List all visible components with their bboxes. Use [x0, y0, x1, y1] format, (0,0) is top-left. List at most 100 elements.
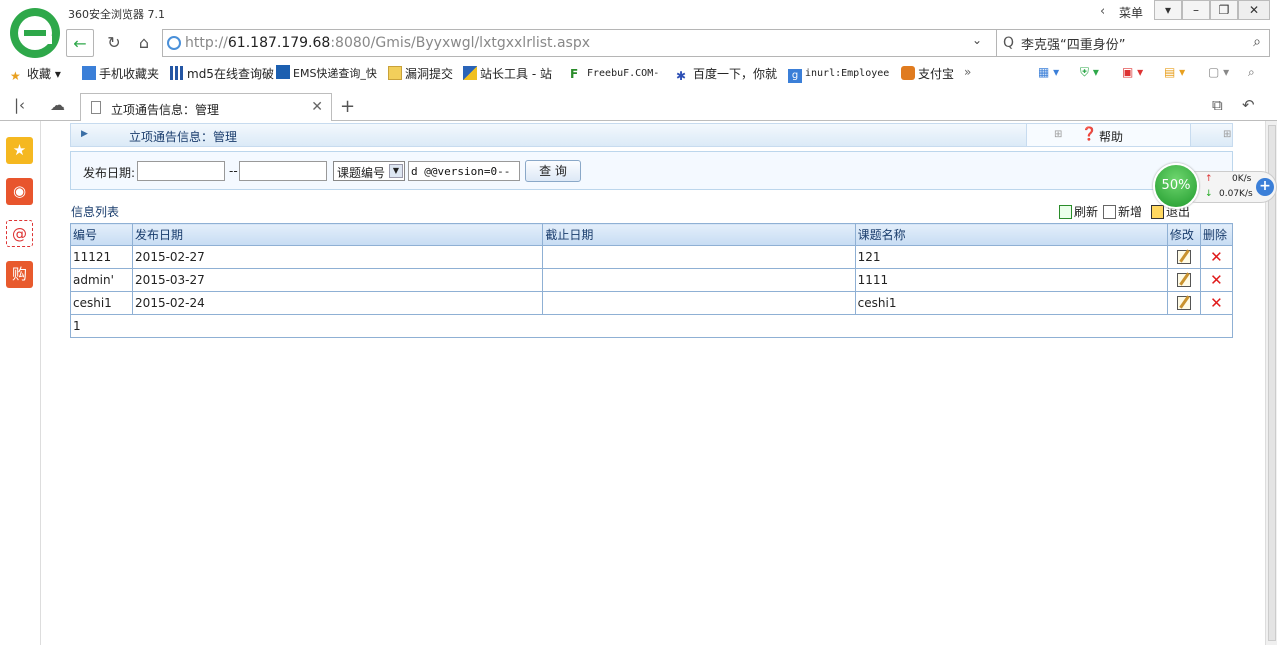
- delete-icon[interactable]: ✕: [1210, 294, 1223, 312]
- search-engine-icon[interactable]: Q: [1003, 35, 1014, 51]
- query-button[interactable]: 查 询: [525, 160, 581, 182]
- cloud-icon[interactable]: ☁: [50, 96, 65, 114]
- bookmark-item[interactable]: 支付宝: [901, 65, 954, 82]
- column-header[interactable]: 课题名称: [854, 223, 1168, 246]
- cell-name: ceshi1: [854, 291, 1168, 315]
- refresh-icon: [1059, 205, 1072, 219]
- page-content: ▶ 立项通告信息：管理 ⊞ ❓ 帮助 ⊞ 发布日期: -- 课题编号 ▼ 查 询…: [41, 121, 1263, 645]
- memory-ball[interactable]: 50%: [1153, 163, 1199, 209]
- column-header: 修改: [1166, 223, 1201, 246]
- cell-pub-date: 2015-02-27: [132, 245, 544, 269]
- delete-cell: ✕: [1199, 268, 1234, 292]
- navigation-bar: ← ↻ ⌂ http://61.187.179.68:8080/Gmis/Byy…: [66, 29, 1270, 57]
- column-header[interactable]: 发布日期: [132, 223, 544, 246]
- apps-icon[interactable]: ▦ ▾: [1038, 65, 1059, 79]
- page-icon: [91, 101, 101, 114]
- help-icon: ❓: [1081, 127, 1098, 142]
- weibo-icon[interactable]: ◉: [6, 178, 33, 205]
- security-icon[interactable]: ⛨ ▾: [1080, 65, 1099, 80]
- edit-icon[interactable]: [1176, 295, 1191, 310]
- tab-list-icon[interactable]: |‹: [14, 96, 25, 114]
- ems-icon: [276, 65, 290, 79]
- game-icon[interactable]: ▢ ▾: [1208, 65, 1229, 79]
- add-button[interactable]: 新增: [1103, 203, 1142, 220]
- edit-cell: [1166, 245, 1201, 269]
- cell-name: 121: [854, 245, 1168, 269]
- column-header[interactable]: 截止日期: [542, 223, 856, 246]
- cell-pub-date: 2015-02-24: [132, 291, 544, 315]
- delete-icon[interactable]: ✕: [1210, 271, 1223, 289]
- search-icon[interactable]: ⌕: [1253, 34, 1261, 50]
- mail-icon[interactable]: @: [6, 220, 33, 247]
- undo-close-icon[interactable]: ↶: [1242, 96, 1255, 114]
- tab-active[interactable]: 立项通告信息：管理 ✕: [80, 93, 332, 121]
- adblock-icon[interactable]: ▣ ▾: [1122, 65, 1143, 79]
- grid-icon: [170, 66, 184, 80]
- date-separator: --: [229, 164, 238, 178]
- address-bar[interactable]: http://61.187.179.68:8080/Gmis/Byyxwgl/l…: [162, 29, 1032, 57]
- new-tab-button[interactable]: +: [340, 96, 355, 117]
- cell-id: admin': [69, 268, 134, 292]
- date-from-input[interactable]: [137, 161, 225, 181]
- more-bookmarks-icon[interactable]: »: [964, 65, 971, 79]
- list-label: 信息列表: [71, 205, 120, 219]
- f-icon: F: [570, 67, 579, 81]
- zoom-icon[interactable]: ⌕: [1248, 65, 1255, 80]
- home-button[interactable]: ⌂: [130, 29, 158, 57]
- column-header: 删除: [1199, 223, 1234, 246]
- plus-icon[interactable]: +: [1256, 178, 1274, 196]
- search-input[interactable]: [1021, 33, 1241, 53]
- bookmark-item[interactable]: ★ 收藏 ▾: [10, 65, 61, 83]
- reload-button[interactable]: ↻: [100, 29, 128, 57]
- paw-icon: ✱: [676, 69, 687, 83]
- app-title: 360安全浏览器 7.1: [68, 8, 165, 21]
- favorites-icon[interactable]: ★: [6, 137, 33, 164]
- search-box[interactable]: Q ⌕: [996, 29, 1270, 57]
- bookmark-item[interactable]: 漏洞提交: [388, 65, 453, 82]
- edit-icon[interactable]: [1176, 272, 1191, 287]
- globe-icon: [167, 36, 181, 50]
- close-tab-icon[interactable]: ✕: [311, 99, 323, 115]
- download-speed: 0.07K/s: [1219, 189, 1253, 199]
- column-header[interactable]: 编号: [69, 223, 134, 246]
- cell-name: 1111: [854, 268, 1168, 292]
- bookmark-item[interactable]: 站长工具 - 站: [463, 65, 552, 82]
- maximize-button[interactable]: ❐: [1210, 0, 1238, 20]
- menu-button[interactable]: 菜单: [1119, 4, 1143, 21]
- chevron-left-icon[interactable]: ‹: [1100, 4, 1105, 19]
- date-to-input[interactable]: [239, 161, 327, 181]
- field-select[interactable]: 课题编号 ▼: [333, 161, 405, 181]
- folder-icon: [388, 66, 402, 80]
- tool-icon: [463, 66, 477, 80]
- bookmark-item[interactable]: ✱ 百度一下，你就: [676, 65, 777, 83]
- edit-icon[interactable]: [1176, 249, 1191, 264]
- refresh-button[interactable]: 刷新: [1059, 203, 1098, 220]
- title-bar: 360安全浏览器 7.1 ‹ 菜单 ▾ – ❐ ✕: [0, 0, 1277, 28]
- bookmark-item[interactable]: EMS快递查询_快: [276, 65, 377, 81]
- delete-icon[interactable]: ✕: [1210, 248, 1223, 266]
- keyword-input[interactable]: [408, 161, 520, 181]
- expand-icon[interactable]: ⊞: [1223, 129, 1231, 140]
- minimize-button[interactable]: –: [1182, 0, 1210, 20]
- help-link[interactable]: 帮助: [1099, 128, 1123, 145]
- bookmark-item[interactable]: g inurl:Employee: [788, 65, 889, 83]
- skin-icon[interactable]: ▾: [1154, 0, 1182, 20]
- close-window-button[interactable]: ✕: [1238, 0, 1270, 20]
- table-header-row: 编号 发布日期 截止日期 课题名称 修改 删除: [69, 223, 1234, 246]
- back-button[interactable]: ←: [66, 29, 94, 57]
- tab-bar: |‹ ☁ 立项通告信息：管理 ✕ + ⧉ ↶: [0, 91, 1277, 121]
- shopping-icon[interactable]: 购: [6, 261, 33, 288]
- delete-cell: ✕: [1199, 245, 1234, 269]
- speed-widget[interactable]: 50% ↑ 0K/s ↓ 0.07K/s +: [1153, 163, 1277, 209]
- edit-cell: [1166, 268, 1201, 292]
- bookmark-item[interactable]: 手机收藏夹: [82, 65, 159, 82]
- bookmark-item[interactable]: md5在线查询破: [170, 65, 274, 82]
- star-icon: ★: [10, 69, 21, 83]
- chevron-down-icon[interactable]: ⌄: [972, 33, 982, 47]
- pager-link[interactable]: 1: [70, 314, 1233, 338]
- arrow-right-icon: ▶: [81, 129, 88, 139]
- bookmark-item[interactable]: F FreebuF.COM-: [570, 65, 659, 81]
- tools-icon[interactable]: ▤ ▾: [1164, 65, 1185, 79]
- restore-tabs-icon[interactable]: ⧉: [1212, 96, 1223, 114]
- expand-icon[interactable]: ⊞: [1054, 129, 1062, 140]
